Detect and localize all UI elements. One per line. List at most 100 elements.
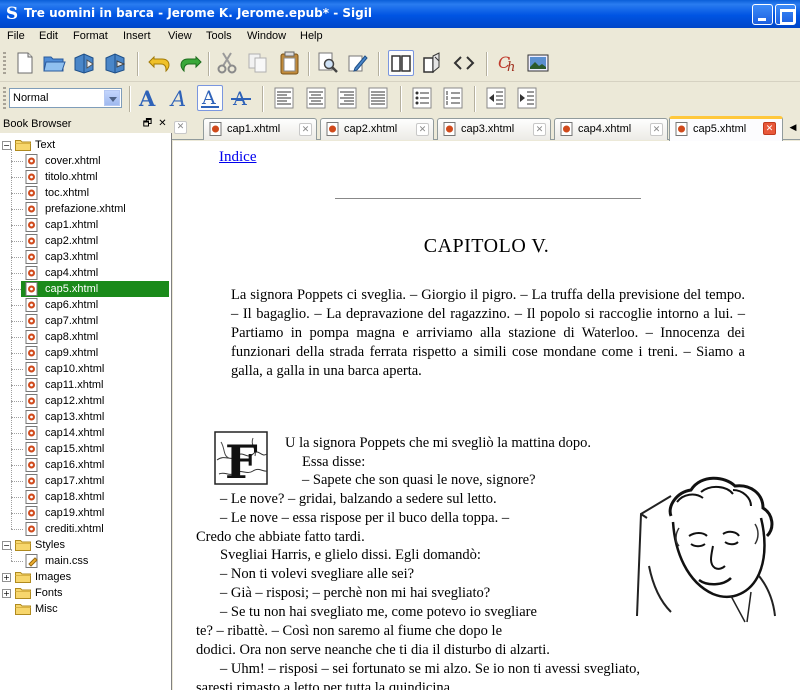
tree-item-cap12-xhtml[interactable]: cap12.xhtml bbox=[0, 393, 170, 409]
menu-format[interactable]: Format bbox=[73, 30, 108, 42]
close-icon[interactable]: ✕ bbox=[650, 123, 663, 136]
toolbar-grip[interactable] bbox=[3, 87, 6, 111]
tab-cap4[interactable]: cap4.xhtml ✕ bbox=[554, 118, 668, 140]
close-icon[interactable]: ✕ bbox=[299, 123, 312, 136]
folder-text[interactable]: Text bbox=[0, 137, 170, 153]
tree-item-cap19-xhtml[interactable]: cap19.xhtml bbox=[0, 505, 170, 521]
tab-scroll-left-icon[interactable]: ◀ bbox=[787, 120, 799, 136]
close-icon[interactable]: ✕ bbox=[416, 123, 429, 136]
file-label: cap7.xhtml bbox=[45, 315, 99, 327]
close-icon[interactable]: ✕ bbox=[174, 121, 187, 134]
cut-button[interactable] bbox=[214, 50, 240, 76]
menu-tools[interactable]: Tools bbox=[206, 30, 232, 42]
tree-item-cap15-xhtml[interactable]: cap15.xhtml bbox=[0, 441, 170, 457]
float-panel-icon[interactable]: 🗗 bbox=[142, 119, 153, 130]
tree-item-crediti-xhtml[interactable]: crediti.xhtml bbox=[0, 521, 170, 537]
tab-cap1[interactable]: cap1.xhtml ✕ bbox=[203, 118, 317, 140]
book-view-editor[interactable]: Indice CAPITOLO V. La signora Poppets ci… bbox=[173, 141, 800, 690]
file-label: toc.xhtml bbox=[45, 187, 90, 199]
tree-item-cap10-xhtml[interactable]: cap10.xhtml bbox=[0, 361, 170, 377]
find-replace-button[interactable] bbox=[315, 50, 341, 76]
meta-editor-button[interactable] bbox=[345, 50, 371, 76]
numbered-list-button[interactable] bbox=[440, 85, 466, 111]
tree-item-cap9-xhtml[interactable]: cap9.xhtml bbox=[0, 345, 170, 361]
strikethrough-button[interactable]: A bbox=[228, 85, 254, 111]
tree-item-cap16-xhtml[interactable]: cap16.xhtml bbox=[0, 457, 170, 473]
tree-item-cap7-xhtml[interactable]: cap7.xhtml bbox=[0, 313, 170, 329]
folder-styles[interactable]: Styles bbox=[0, 537, 170, 553]
split-view-button[interactable] bbox=[419, 50, 445, 76]
tidy-button[interactable]: Ch bbox=[495, 50, 521, 76]
paragraph-style-select[interactable]: Normal bbox=[9, 88, 122, 108]
tree-item-cap13-xhtml[interactable]: cap13.xhtml bbox=[0, 409, 170, 425]
xhtml-file-icon bbox=[326, 122, 339, 136]
file-label: cap1.xhtml bbox=[45, 219, 99, 231]
menu-window[interactable]: Window bbox=[247, 30, 286, 42]
tree-item-cap3-xhtml[interactable]: cap3.xhtml bbox=[0, 249, 170, 265]
file-label: cover.xhtml bbox=[45, 155, 101, 167]
undo-button[interactable] bbox=[146, 50, 172, 76]
insert-image-button[interactable] bbox=[525, 50, 551, 76]
close-panel-icon[interactable]: ✕ bbox=[157, 119, 168, 130]
copy-icon bbox=[248, 53, 267, 73]
folder-images[interactable]: Images bbox=[0, 569, 170, 585]
justify-button[interactable] bbox=[365, 85, 391, 111]
menu-view[interactable]: View bbox=[168, 30, 192, 42]
tab-cap2[interactable]: cap2.xhtml ✕ bbox=[320, 118, 434, 140]
underline-button[interactable]: A bbox=[197, 85, 223, 111]
minimize-button[interactable] bbox=[752, 4, 773, 25]
index-link[interactable]: Indice bbox=[219, 149, 256, 166]
close-icon[interactable]: ✕ bbox=[533, 123, 546, 136]
tree-item-cap6-xhtml[interactable]: cap6.xhtml bbox=[0, 297, 170, 313]
tree-item-cap1-xhtml[interactable]: cap1.xhtml bbox=[0, 217, 170, 233]
menu-file[interactable]: File bbox=[7, 30, 25, 42]
tab-cap3[interactable]: cap3.xhtml ✕ bbox=[437, 118, 551, 140]
book-view-button[interactable] bbox=[388, 50, 414, 76]
tree-item-cap8-xhtml[interactable]: cap8.xhtml bbox=[0, 329, 170, 345]
decrease-indent-button[interactable] bbox=[483, 85, 509, 111]
menu-edit[interactable]: Edit bbox=[39, 30, 58, 42]
undo-icon bbox=[148, 55, 170, 73]
tab-cap5[interactable]: cap5.xhtml ✕ bbox=[669, 116, 783, 141]
tree-item-cap17-xhtml[interactable]: cap17.xhtml bbox=[0, 473, 170, 489]
align-right-button[interactable] bbox=[334, 85, 360, 111]
copy-button[interactable] bbox=[245, 50, 271, 76]
save-button[interactable] bbox=[72, 50, 98, 76]
text-line: – Le nove – essa rispose per il buco del… bbox=[220, 510, 510, 526]
italic-button[interactable]: A bbox=[167, 85, 193, 111]
tree-item-main-css[interactable]: main.css bbox=[0, 553, 170, 569]
save-as-button[interactable] bbox=[103, 50, 129, 76]
increase-indent-button[interactable] bbox=[514, 85, 540, 111]
tree-item-cap11-xhtml[interactable]: cap11.xhtml bbox=[0, 377, 170, 393]
bold-button[interactable]: A bbox=[135, 85, 161, 111]
xhtml-file-icon bbox=[25, 234, 38, 248]
folder-fonts[interactable]: Fonts bbox=[0, 585, 170, 601]
tree-item-cover-xhtml[interactable]: cover.xhtml bbox=[0, 153, 170, 169]
open-button[interactable] bbox=[42, 50, 68, 76]
folder-misc[interactable]: Misc bbox=[0, 601, 170, 617]
bullet-list-button[interactable] bbox=[409, 85, 435, 111]
tree-item-cap14-xhtml[interactable]: cap14.xhtml bbox=[0, 425, 170, 441]
code-view-button[interactable] bbox=[451, 50, 477, 76]
toolbar-separator bbox=[400, 86, 402, 112]
new-file-button[interactable] bbox=[12, 50, 38, 76]
menu-insert[interactable]: Insert bbox=[123, 30, 151, 42]
tidy-icon: Ch bbox=[498, 53, 515, 74]
close-icon[interactable]: ✕ bbox=[763, 122, 776, 135]
tree-item-cap5-xhtml[interactable]: cap5.xhtml bbox=[21, 281, 169, 297]
tree-item-toc-xhtml[interactable]: toc.xhtml bbox=[0, 185, 170, 201]
tree-item-cap4-xhtml[interactable]: cap4.xhtml bbox=[0, 265, 170, 281]
align-left-button[interactable] bbox=[271, 85, 297, 111]
maximize-button[interactable] bbox=[775, 4, 796, 25]
tree-item-titolo-xhtml[interactable]: titolo.xhtml bbox=[0, 169, 170, 185]
menu-help[interactable]: Help bbox=[300, 30, 323, 42]
chevron-down-icon[interactable] bbox=[104, 90, 120, 106]
redo-button[interactable] bbox=[178, 50, 204, 76]
tree-item-prefazione-xhtml[interactable]: prefazione.xhtml bbox=[0, 201, 170, 217]
sigil-app-icon[interactable]: S bbox=[4, 5, 20, 23]
tree-item-cap18-xhtml[interactable]: cap18.xhtml bbox=[0, 489, 170, 505]
paste-button[interactable] bbox=[277, 50, 303, 76]
tree-item-cap2-xhtml[interactable]: cap2.xhtml bbox=[0, 233, 170, 249]
toolbar-grip[interactable] bbox=[3, 52, 6, 76]
align-center-button[interactable] bbox=[303, 85, 329, 111]
